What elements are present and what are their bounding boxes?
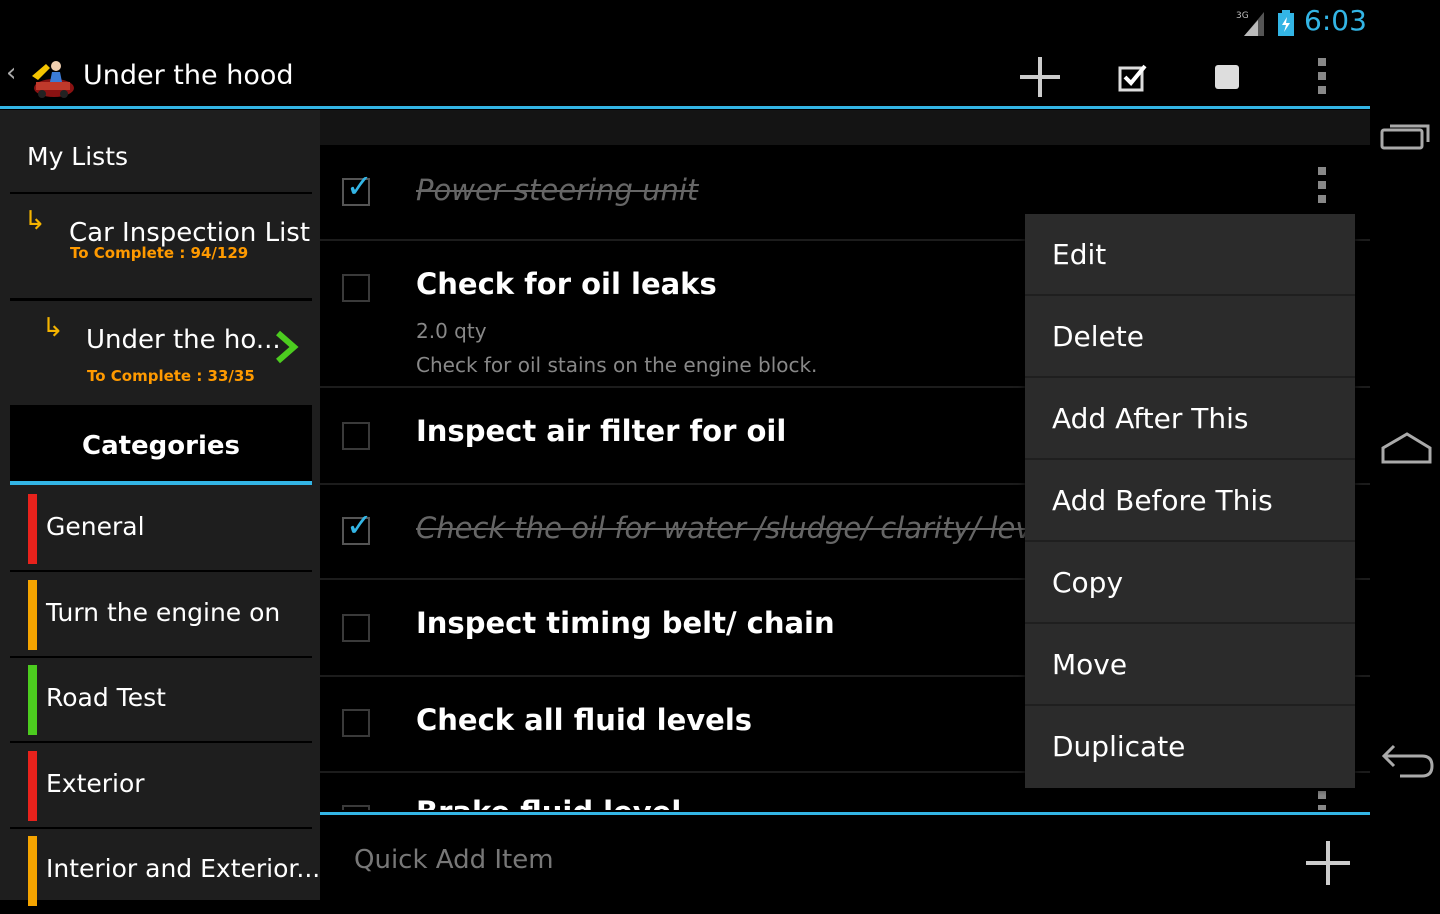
item-checkbox[interactable]: ✓ xyxy=(342,170,373,206)
uncheck-all-button[interactable] xyxy=(1199,52,1255,102)
category-name: General xyxy=(46,512,145,541)
checkbox-checked-icon xyxy=(1118,64,1147,92)
item-overflow-icon[interactable] xyxy=(1312,791,1332,810)
menu-item-delete[interactable]: Delete xyxy=(1025,296,1355,378)
back-icon[interactable] xyxy=(1380,740,1434,780)
menu-item-label: Add Before This xyxy=(1052,484,1273,517)
menu-item-copy[interactable]: Copy xyxy=(1025,542,1355,624)
status-bar: 3G 6:03 xyxy=(0,0,1370,46)
menu-item-duplicate[interactable]: Duplicate xyxy=(1025,706,1355,786)
subdirectory-arrow-icon: ↳ xyxy=(24,206,46,236)
item-overflow-icon[interactable] xyxy=(1312,167,1332,207)
my-lists-label: My Lists xyxy=(27,142,129,171)
category-color-bar xyxy=(28,494,37,564)
clock: 6:03 xyxy=(1304,4,1367,37)
add-item-button[interactable] xyxy=(1012,52,1068,102)
quick-add-plus-icon[interactable] xyxy=(1304,839,1352,887)
category-interior-exterior[interactable]: Interior and Exterior... xyxy=(10,828,320,914)
category-exterior[interactable]: Exterior xyxy=(10,743,312,829)
category-general[interactable]: General xyxy=(10,486,312,572)
page-title: Under the hood xyxy=(83,60,294,91)
category-name: Road Test xyxy=(46,683,166,712)
list-item-car-inspection[interactable]: ↳ Car Inspection List To Complete : 94/1… xyxy=(10,194,312,301)
item-checkbox[interactable]: ✓ xyxy=(342,509,373,545)
item-checkbox[interactable] xyxy=(342,614,370,642)
category-color-bar xyxy=(28,580,37,650)
menu-item-label: Add After This xyxy=(1052,402,1249,435)
item-title: Brake fluid level xyxy=(416,795,681,810)
item-checkbox[interactable] xyxy=(342,422,370,450)
list-name: Under the ho... xyxy=(86,325,281,355)
menu-item-label: Move xyxy=(1052,648,1128,681)
item-checkbox[interactable] xyxy=(342,709,370,737)
categories-label: Categories xyxy=(81,431,240,461)
category-name: Exterior xyxy=(46,769,145,798)
menu-item-edit[interactable]: Edit xyxy=(1025,214,1355,296)
category-name: Interior and Exterior... xyxy=(46,854,321,883)
home-icon[interactable] xyxy=(1380,428,1434,468)
item-title: Check all fluid levels xyxy=(416,703,753,737)
item-context-menu: Edit Delete Add After This Add Before Th… xyxy=(1025,214,1355,788)
svg-text:3G: 3G xyxy=(1236,11,1249,21)
categories-header: Categories xyxy=(10,407,312,485)
app-logo-icon[interactable] xyxy=(26,54,76,100)
action-bar: ‹ Under the hood xyxy=(0,46,1370,109)
plus-icon xyxy=(1020,57,1060,97)
check-all-button[interactable] xyxy=(1105,52,1161,102)
quick-add-input[interactable]: Quick Add Item xyxy=(354,845,554,875)
checkbox-empty-icon xyxy=(1215,65,1239,89)
checkmark-icon: ✓ xyxy=(346,506,373,544)
category-color-bar xyxy=(28,836,37,906)
list-progress: To Complete : 94/129 xyxy=(70,244,249,262)
category-color-bar xyxy=(28,751,37,821)
item-checkbox[interactable] xyxy=(342,274,370,302)
menu-item-label: Delete xyxy=(1052,320,1144,353)
item-note: Check for oil stains on the engine block… xyxy=(416,353,818,377)
battery-icon xyxy=(1278,10,1294,36)
category-name: Turn the engine on xyxy=(46,598,281,627)
menu-item-label: Duplicate xyxy=(1052,730,1186,763)
list-item-under-the-hood[interactable]: ↳ Under the ho... To Complete : 33/35 xyxy=(10,301,312,408)
menu-item-label: Copy xyxy=(1052,566,1124,599)
item-title: Check for oil leaks xyxy=(416,267,717,301)
item-title: Check the oil for water /sludge/ clarity… xyxy=(416,511,1059,545)
subdirectory-arrow-icon: ↳ xyxy=(42,313,64,343)
system-nav-bar xyxy=(1370,0,1440,900)
category-road-test[interactable]: Road Test xyxy=(10,657,312,743)
menu-item-move[interactable]: Move xyxy=(1025,624,1355,706)
checkmark-icon: ✓ xyxy=(346,167,373,205)
sidebar: My Lists ↳ Car Inspection List To Comple… xyxy=(0,110,320,914)
overflow-dots-icon xyxy=(1318,58,1326,94)
up-caret-icon[interactable]: ‹ xyxy=(6,58,16,88)
recent-apps-icon[interactable] xyxy=(1380,116,1434,156)
item-title: Inspect air filter for oil xyxy=(416,414,787,448)
list-progress: To Complete : 33/35 xyxy=(87,367,255,385)
quick-add-bar: Quick Add Item xyxy=(320,812,1370,903)
item-quantity: 2.0 qty xyxy=(416,319,487,343)
signal-3g-icon: 3G xyxy=(1236,11,1264,36)
category-turn-engine-on[interactable]: Turn the engine on xyxy=(10,572,312,658)
item-checkbox[interactable] xyxy=(342,805,370,810)
item-title: Inspect timing belt/ chain xyxy=(416,606,835,640)
my-lists-header[interactable]: My Lists xyxy=(10,110,312,194)
category-color-bar xyxy=(28,665,37,735)
item-title: Power steering unit xyxy=(416,173,699,207)
menu-item-add-before[interactable]: Add Before This xyxy=(1025,460,1355,542)
menu-item-label: Edit xyxy=(1052,238,1107,271)
overflow-menu-button[interactable] xyxy=(1294,52,1350,102)
list-top-spacer xyxy=(320,110,1370,145)
menu-item-add-after[interactable]: Add After This xyxy=(1025,378,1355,460)
chevron-right-icon[interactable] xyxy=(272,329,300,365)
